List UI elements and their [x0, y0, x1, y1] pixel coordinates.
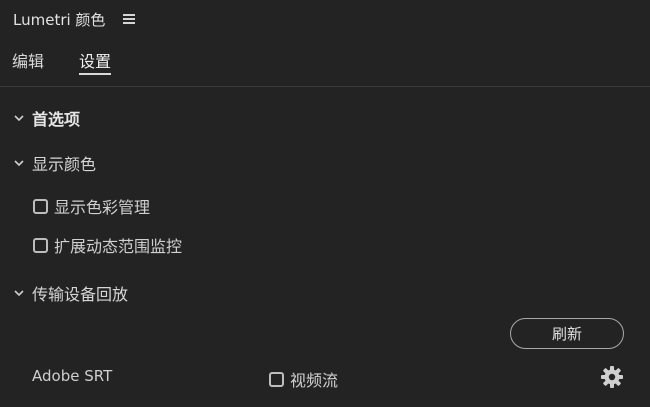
tab-bar: 编辑 设置	[0, 44, 650, 84]
section-preferences-label: 首选项	[32, 110, 81, 129]
video-stream-label: 视频流	[290, 371, 339, 390]
chevron-down-icon	[14, 290, 24, 297]
section-transmit-label: 传输设备回放	[32, 285, 129, 304]
refresh-button[interactable]: 刷新	[510, 318, 624, 349]
tab-settings[interactable]: 设置	[79, 48, 112, 75]
chevron-down-icon	[14, 115, 24, 122]
panel-title: Lumetri 颜色	[13, 11, 106, 29]
section-display-color[interactable]: 显示颜色	[12, 151, 96, 175]
chevron-down-icon	[14, 160, 24, 167]
tab-edit[interactable]: 编辑	[12, 48, 44, 72]
video-stream-checkbox[interactable]	[269, 371, 284, 387]
tab-divider	[0, 86, 650, 87]
tab-settings-label: 设置	[79, 52, 112, 71]
hdr-monitoring-label: 扩展动态范围监控	[54, 237, 183, 256]
active-tab-indicator	[79, 73, 112, 75]
section-transmit[interactable]: 传输设备回放	[12, 281, 128, 305]
video-stream-option[interactable]: 视频流	[269, 367, 338, 391]
device-name-label: Adobe SRT	[32, 367, 113, 385]
section-display-color-label: 显示颜色	[32, 155, 97, 174]
display-color-management-label: 显示色彩管理	[54, 198, 151, 217]
section-preferences[interactable]: 首选项	[12, 106, 80, 130]
display-color-management-checkbox[interactable]	[33, 198, 48, 214]
hamburger-menu-icon[interactable]	[123, 14, 135, 24]
hdr-monitoring-checkbox[interactable]	[33, 237, 48, 253]
display-color-management-option[interactable]: 显示色彩管理	[33, 194, 150, 218]
panel-header: Lumetri 颜色	[0, 0, 650, 40]
gear-icon[interactable]	[600, 365, 624, 389]
hdr-monitoring-option[interactable]: 扩展动态范围监控	[33, 233, 182, 257]
